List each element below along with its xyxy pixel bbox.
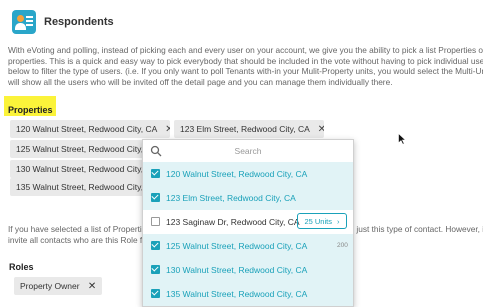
units-button[interactable]: 25 Units ›: [297, 213, 347, 229]
checkbox-checked[interactable]: [151, 169, 160, 178]
chevron-right-icon: ›: [337, 217, 340, 226]
dropdown-option[interactable]: 135 Walnut Street, Redwood City, CA: [143, 282, 353, 306]
dropdown-option[interactable]: 120 Walnut Street, Redwood City, CA: [143, 162, 353, 186]
option-label: 130 Walnut Street, Redwood City, CA: [166, 265, 308, 275]
property-tag-label: 120 Walnut Street, Redwood City, CA: [16, 124, 157, 134]
unit-count: 200: [337, 242, 348, 249]
help-line: just this type of contact. However, if: [356, 224, 483, 234]
mouse-cursor-icon: [398, 133, 406, 145]
respondents-icon: [12, 10, 36, 34]
property-tag-label: 130 Walnut Street, Redwood City, C: [16, 164, 146, 174]
checkbox-checked[interactable]: [151, 241, 160, 250]
dropdown-option[interactable]: 130 Walnut Street, Redwood City, CA: [143, 258, 353, 282]
help-line: If you have selected a list of Propertie: [8, 224, 147, 234]
option-label: 123 Saginaw Dr, Redwood City, CA: [166, 217, 300, 227]
checkbox-checked[interactable]: [151, 193, 160, 202]
intro-line: will show all the users who will be invi…: [8, 77, 393, 88]
search-placeholder: Search: [234, 146, 262, 156]
properties-dropdown: Search 120 Walnut Street, Redwood City, …: [142, 139, 354, 307]
properties-label: Properties: [4, 96, 56, 116]
units-label: 25 Units: [304, 217, 332, 226]
role-tag-label: Property Owner: [20, 281, 80, 291]
intro-line: With eVoting and polling, instead of pic…: [8, 45, 483, 55]
intro-line: properties. This is a quick and easy way…: [8, 55, 483, 66]
page-title: Respondents: [44, 16, 114, 28]
option-label: 123 Elm Street, Redwood City, CA: [166, 193, 296, 203]
property-tag: 125 Walnut Street, Redwood City, C: [10, 140, 146, 158]
property-tag: 135 Walnut Street, Redwood City, C: [10, 178, 146, 196]
roles-label: Roles: [9, 262, 34, 272]
intro-text: With eVoting and polling, instead of pic…: [8, 45, 483, 88]
remove-icon[interactable]: ✕: [165, 121, 170, 138]
checkbox-unchecked[interactable]: [151, 217, 160, 226]
intro-line: below to filter the type of users. (i.e.…: [8, 66, 483, 77]
property-tag-label: 135 Walnut Street, Redwood City, C: [16, 182, 146, 192]
header: Respondents: [12, 10, 114, 34]
property-tag: 120 Walnut Street, Redwood City, CA ✕: [10, 120, 170, 138]
dropdown-option[interactable]: 123 Elm Street, Redwood City, CA: [143, 186, 353, 210]
dropdown-option[interactable]: 125 Walnut Street, Redwood City, CA 200: [143, 234, 353, 258]
search-input[interactable]: Search: [143, 140, 353, 163]
checkbox-checked[interactable]: [151, 289, 160, 298]
property-tag-label: 125 Walnut Street, Redwood City, C: [16, 144, 146, 154]
dropdown-option[interactable]: 123 Saginaw Dr, Redwood City, CA 25 Unit…: [143, 210, 353, 234]
checkbox-checked[interactable]: [151, 265, 160, 274]
role-tag: Property Owner ✕: [14, 277, 103, 295]
option-label: 125 Walnut Street, Redwood City, CA: [166, 241, 308, 251]
help-line: invite all contacts who are this Role fo: [8, 235, 147, 245]
property-tag: 130 Walnut Street, Redwood City, C: [10, 160, 146, 178]
property-tag: 123 Elm Street, Redwood City, CA ✕: [174, 120, 324, 138]
option-label: 135 Walnut Street, Redwood City, CA: [166, 289, 308, 299]
remove-icon[interactable]: ✕: [88, 281, 96, 292]
property-tag-label: 123 Elm Street, Redwood City, CA: [180, 124, 310, 134]
option-label: 120 Walnut Street, Redwood City, CA: [166, 169, 308, 179]
remove-icon[interactable]: ✕: [318, 121, 324, 138]
